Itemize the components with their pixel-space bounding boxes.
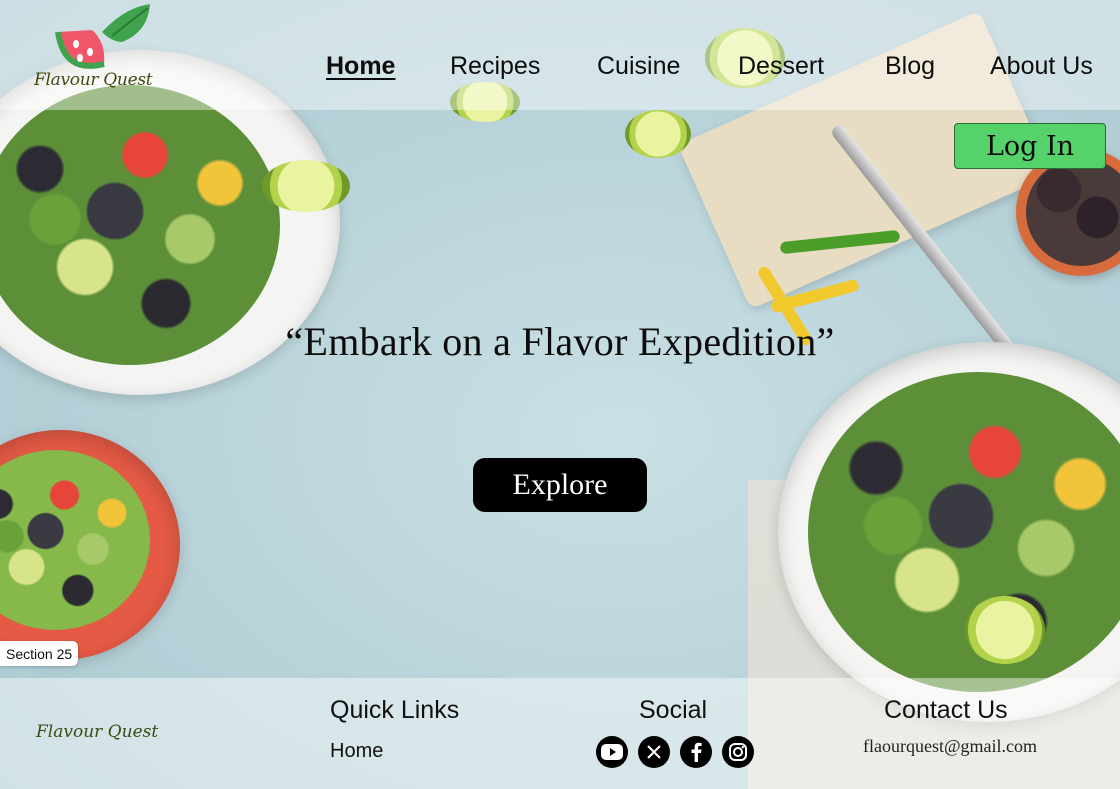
login-button[interactable]: Log In xyxy=(954,123,1106,169)
nav-item-home[interactable]: Home xyxy=(326,52,395,81)
contact-email-link[interactable]: flaourquest@gmail.com xyxy=(863,736,1037,757)
brand-name: Flavour Quest xyxy=(34,70,153,90)
contact-heading: Contact Us xyxy=(884,696,1008,724)
hero-background-image xyxy=(0,0,1120,789)
hero-title: “Embark on a Flavor Expedition” xyxy=(285,319,835,364)
nav-item-recipes[interactable]: Recipes xyxy=(450,52,540,81)
facebook-icon[interactable] xyxy=(680,736,712,768)
site-header: Flavour Quest Home Recipes Cuisine Desse… xyxy=(0,0,1120,110)
section-label: Section 25 xyxy=(0,641,79,666)
social-icons xyxy=(596,736,754,768)
footer-brand-name: Flavour Quest xyxy=(36,722,159,742)
nav-item-dessert[interactable]: Dessert xyxy=(738,52,824,81)
nav-item-about-us[interactable]: About Us xyxy=(990,52,1093,81)
x-icon[interactable] xyxy=(638,736,670,768)
social-heading: Social xyxy=(639,696,708,724)
explore-button[interactable]: Explore xyxy=(473,458,647,512)
quick-links-heading: Quick Links xyxy=(330,696,460,724)
nav-item-blog[interactable]: Blog xyxy=(885,52,935,81)
footer-link-home[interactable]: Home xyxy=(330,740,383,763)
nav-item-cuisine[interactable]: Cuisine xyxy=(597,52,680,81)
youtube-icon[interactable] xyxy=(596,736,628,768)
instagram-icon[interactable] xyxy=(722,736,754,768)
site-footer: Flavour Quest Quick Links Home Social Co… xyxy=(0,678,1120,789)
